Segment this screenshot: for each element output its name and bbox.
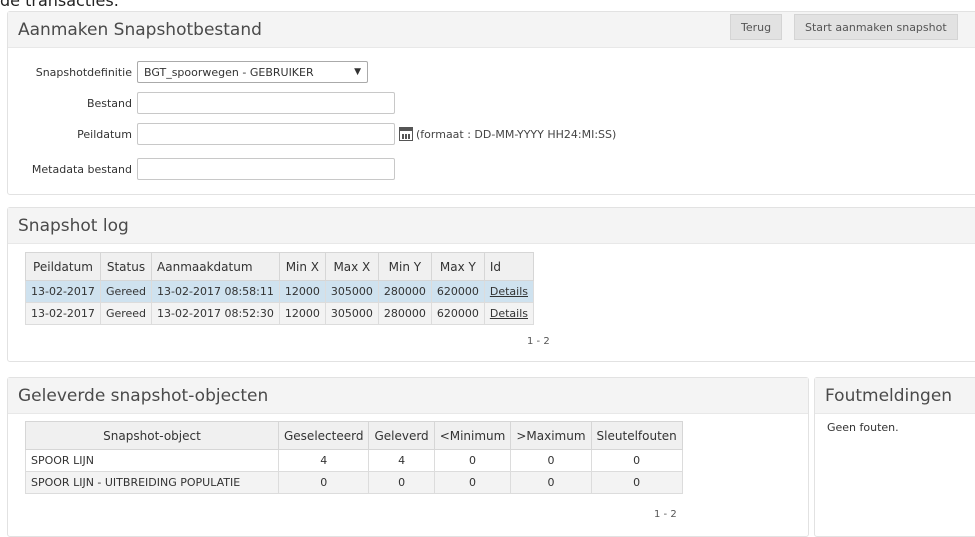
cell-geleverd: 0 [368, 471, 435, 494]
objects-header: Geleverde snapshot-objecten [8, 378, 808, 414]
metadata-row: Metadata bestand [8, 158, 395, 180]
cell-geleverd: 4 [368, 449, 435, 472]
back-button[interactable]: Terug [730, 14, 783, 40]
peildatum-label: Peildatum [77, 127, 132, 141]
cell-min-x: 12000 [278, 302, 326, 325]
cell-min-x: 12000 [278, 280, 326, 303]
definitie-row: Snapshotdefinitie BGT_spoorwegen - GEBRU… [8, 61, 368, 83]
top-text-fragment: de transacties. [0, 0, 119, 10]
objects-panel: Geleverde snapshot-objecten Snapshot-obj… [7, 377, 809, 537]
details-link[interactable]: Details [490, 285, 528, 298]
bestand-row: Bestand [8, 92, 395, 114]
table-row[interactable]: 13-02-2017 Gereed 13-02-2017 08:52:30 12… [25, 302, 535, 325]
metadata-input[interactable] [137, 158, 395, 180]
snapshot-log-table: Peildatum Status Aanmaakdatum Min X Max … [25, 252, 535, 325]
cell-max-x: 305000 [324, 302, 379, 325]
peildatum-format-hint: (formaat : DD-MM-YYYY HH24:MI:SS) [416, 127, 617, 141]
snapshot-log-title: Snapshot log [18, 215, 129, 236]
snapshot-create-header: Aanmaken Snapshotbestand Terug Start aan… [8, 12, 975, 48]
snapshot-log-header: Snapshot log [8, 208, 975, 244]
table-row[interactable]: SPOOR LIJN - UITBREIDING POPULATIE 0 0 0… [25, 471, 683, 494]
col-min-x[interactable]: Min X [278, 252, 326, 281]
cell-geselecteerd: 0 [277, 471, 370, 494]
bestand-input[interactable] [137, 92, 395, 114]
col-snapshot-object[interactable]: Snapshot-object [25, 421, 279, 450]
col-id[interactable]: Id [483, 252, 535, 281]
cell-peildatum: 13-02-2017 [25, 280, 101, 303]
definitie-selected-value: BGT_spoorwegen - GEBRUIKER [144, 65, 314, 79]
errors-message: Geen fouten. [827, 421, 899, 434]
errors-panel: Foutmeldingen Geen fouten. [814, 377, 975, 537]
objects-title: Geleverde snapshot-objecten [18, 385, 269, 406]
col-geleverd[interactable]: Geleverd [368, 421, 435, 450]
peildatum-row: Peildatum (formaat : DD-MM-YYYY HH24:MI:… [8, 123, 616, 145]
col-geselecteerd[interactable]: Geselecteerd [277, 421, 370, 450]
errors-header: Foutmeldingen [815, 378, 975, 414]
col-status[interactable]: Status [99, 252, 153, 281]
definitie-select[interactable]: BGT_spoorwegen - GEBRUIKER ▼ [137, 61, 368, 83]
details-link[interactable]: Details [490, 307, 528, 320]
cell-id: Details [483, 280, 535, 303]
table-header-row: Peildatum Status Aanmaakdatum Min X Max … [25, 252, 535, 281]
snapshot-create-panel: Aanmaken Snapshotbestand Terug Start aan… [7, 11, 975, 195]
objects-table: Snapshot-object Geselecteerd Geleverd <M… [25, 421, 683, 494]
col-aanmaakdatum[interactable]: Aanmaakdatum [151, 252, 280, 281]
col-max-x[interactable]: Max X [324, 252, 379, 281]
col-peildatum[interactable]: Peildatum [25, 252, 101, 281]
cell-peildatum: 13-02-2017 [25, 302, 101, 325]
cell-status: Gereed [99, 280, 153, 303]
col-minimum[interactable]: <Minimum [433, 421, 512, 450]
bestand-label: Bestand [86, 96, 132, 110]
cell-geselecteerd: 4 [277, 449, 370, 472]
cell-object: SPOOR LIJN - UITBREIDING POPULATIE [25, 471, 279, 494]
table-row[interactable]: 13-02-2017 Gereed 13-02-2017 08:58:11 12… [25, 280, 535, 303]
log-pager: 1 - 2 [527, 336, 550, 347]
col-min-y[interactable]: Min Y [377, 252, 432, 281]
chevron-down-icon: ▼ [354, 67, 361, 77]
start-snapshot-button[interactable]: Start aanmaken snapshot [794, 14, 958, 40]
cell-max-x: 305000 [324, 280, 379, 303]
calendar-icon[interactable] [399, 127, 413, 141]
table-row[interactable]: SPOOR LIJN 4 4 0 0 0 [25, 449, 683, 472]
cell-sleutelfouten: 0 [590, 449, 683, 472]
cell-minimum: 0 [433, 449, 512, 472]
definitie-label: Snapshotdefinitie [35, 65, 132, 79]
cell-id: Details [483, 302, 535, 325]
peildatum-input[interactable] [137, 123, 395, 145]
cell-object: SPOOR LIJN [25, 449, 279, 472]
cell-minimum: 0 [433, 471, 512, 494]
snapshot-create-title: Aanmaken Snapshotbestand [18, 19, 262, 40]
cell-sleutelfouten: 0 [590, 471, 683, 494]
objects-pager: 1 - 2 [654, 509, 677, 520]
cell-min-y: 280000 [377, 280, 432, 303]
cell-aanmaakdatum: 13-02-2017 08:58:11 [151, 280, 280, 303]
table-header-row: Snapshot-object Geselecteerd Geleverd <M… [25, 421, 683, 450]
cell-max-y: 620000 [430, 280, 485, 303]
cell-maximum: 0 [510, 471, 592, 494]
col-sleutelfouten[interactable]: Sleutelfouten [590, 421, 683, 450]
cell-status: Gereed [99, 302, 153, 325]
col-max-y[interactable]: Max Y [430, 252, 485, 281]
snapshot-log-panel: Snapshot log Peildatum Status Aanmaakdat… [7, 207, 975, 362]
metadata-label: Metadata bestand [31, 162, 132, 176]
cell-max-y: 620000 [430, 302, 485, 325]
cell-aanmaakdatum: 13-02-2017 08:52:30 [151, 302, 280, 325]
cell-maximum: 0 [510, 449, 592, 472]
cell-min-y: 280000 [377, 302, 432, 325]
col-maximum[interactable]: >Maximum [510, 421, 592, 450]
errors-title: Foutmeldingen [825, 385, 953, 406]
